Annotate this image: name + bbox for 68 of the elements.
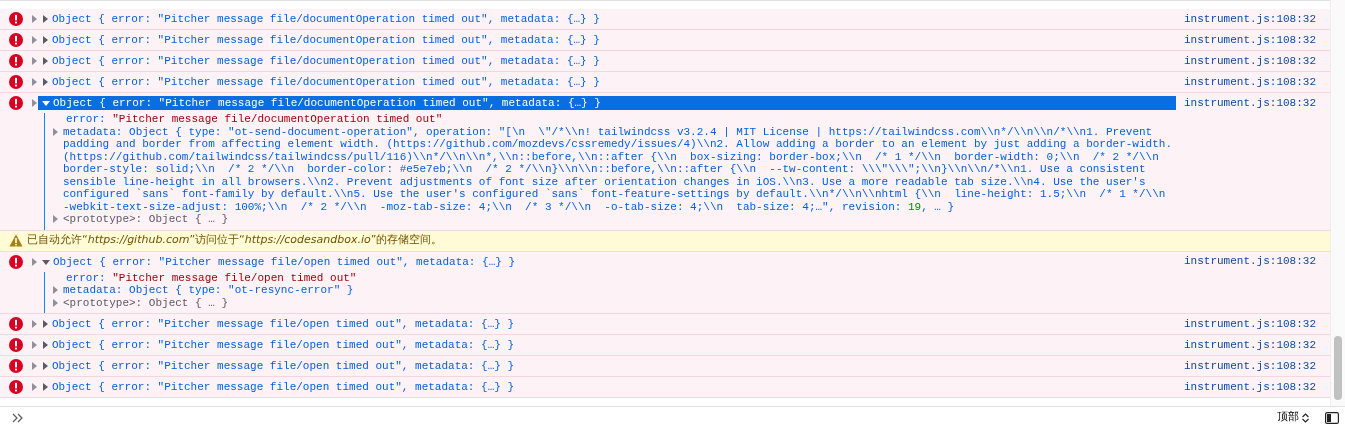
error-icon	[9, 338, 23, 352]
stack-trace-triangle-icon[interactable]	[31, 78, 38, 86]
source-link[interactable]: instrument.js:108:32	[1184, 52, 1318, 70]
expand-triangle-icon[interactable]	[52, 286, 59, 294]
log-message[interactable]: Object { error: "Pitcher message file/open timed out", metadata: {…} }	[52, 338, 519, 352]
stack-trace-triangle-icon[interactable]	[31, 362, 38, 370]
source-link[interactable]: instrument.js:108:32	[1184, 73, 1318, 91]
scrollbar-thumb[interactable]	[1334, 336, 1342, 400]
expand-triangle-icon[interactable]	[42, 78, 49, 86]
error-icon	[9, 33, 23, 47]
stack-trace-triangle-icon[interactable]	[31, 257, 38, 266]
property-line: error: "Pitcher message file/open timed out"	[65, 271, 358, 284]
error-icon	[9, 380, 23, 394]
prototype-line[interactable]: <prototype>: Object { … }	[63, 296, 1180, 309]
source-link[interactable]: instrument.js:108:32	[1184, 357, 1318, 375]
expand-triangle-icon[interactable]	[52, 298, 59, 307]
collapse-triangle-icon[interactable]	[42, 99, 50, 107]
expand-triangle-icon[interactable]	[52, 215, 59, 223]
log-message[interactable]: Object { error: "Pitcher message file/documentOperation timed out", metadata: {…} }	[52, 54, 604, 68]
scrollbar-track[interactable]	[1330, 0, 1345, 406]
warning-icon	[9, 234, 23, 247]
stack-trace-triangle-icon[interactable]	[31, 383, 38, 391]
expand-triangle-icon[interactable]	[42, 362, 49, 370]
source-link[interactable]: instrument.js:108:32	[1184, 31, 1318, 49]
log-message[interactable]: Object { error: "Pitcher message file/open timed out", metadata: {…} }	[53, 254, 520, 269]
log-message[interactable]: Object { error: "Pitcher message file/documentOperation timed out", metadata: {…} }	[52, 75, 604, 89]
log-message[interactable]: Object { error: "Pitcher message file/open timed out", metadata: {…} }	[52, 359, 519, 373]
expand-triangle-icon[interactable]	[42, 383, 49, 391]
stack-trace-triangle-icon[interactable]	[31, 99, 38, 107]
sidebar-toggle-icon[interactable]	[1325, 411, 1339, 424]
source-link[interactable]: instrument.js:108:32	[1184, 253, 1318, 270]
warning-message: 已自动允许“https://github.com”访问位于“https://codesandbox.io”的存储空间。	[27, 232, 443, 249]
source-link[interactable]: instrument.js:108:32	[1184, 336, 1318, 354]
expand-triangle-icon[interactable]	[52, 127, 59, 136]
expand-triangle-icon[interactable]	[42, 36, 49, 44]
collapse-triangle-icon[interactable]	[42, 257, 50, 266]
stack-trace-triangle-icon[interactable]	[31, 320, 38, 328]
log-message[interactable]: Object { error: "Pitcher message file/documentOperation timed out", metadata: {…} }	[52, 12, 604, 26]
expand-triangle-icon[interactable]	[42, 320, 49, 328]
log-message[interactable]: Object { error: "Pitcher message file/open timed out", metadata: {…} }	[52, 317, 519, 331]
stack-trace-triangle-icon[interactable]	[31, 341, 38, 349]
expand-triangle-icon[interactable]	[42, 15, 49, 23]
error-icon	[9, 75, 23, 89]
expand-triangle-icon[interactable]	[42, 341, 49, 349]
source-link[interactable]: instrument.js:108:32	[1184, 315, 1318, 333]
log-message[interactable]: Object { error: "Pitcher message file/documentOperation timed out", metadata: {…} }	[53, 96, 605, 110]
stack-trace-triangle-icon[interactable]	[31, 57, 38, 65]
double-chevron-icon	[12, 412, 23, 423]
error-icon	[9, 54, 23, 68]
expand-triangle-icon[interactable]	[42, 57, 49, 65]
up-down-chevron-icon	[1302, 412, 1309, 423]
error-icon	[9, 317, 23, 331]
error-icon	[9, 96, 23, 110]
error-icon	[9, 359, 23, 373]
property-line: error: "Pitcher message file/documentOperation timed out"	[65, 113, 444, 126]
log-message[interactable]: Object { error: "Pitcher message file/documentOperation timed out", metadata: {…} }	[52, 33, 604, 47]
context-selector[interactable]: 顶部	[1277, 409, 1309, 426]
prototype-line[interactable]: <prototype>: Object { … }	[63, 213, 1180, 226]
stack-trace-triangle-icon[interactable]	[31, 15, 38, 23]
error-icon	[9, 12, 23, 26]
property-line[interactable]: metadata: Object { type: "ot-resync-error" }	[63, 284, 1180, 297]
source-link[interactable]: instrument.js:108:32	[1184, 378, 1318, 396]
property-line[interactable]: metadata: Object { type: "ot-send-document-operation", operation: "[\n \"/*\\n! tailwindcss v3.2.4 | MIT License | https://tailwindcss.com\\n*/\\n\\n/*\\n1. Prevent padding and border from affecting element width. (https://github.com/mozdevs/cssremedy/issues/4)\\n2. Allow adding a border to an element by just adding a border-width. (https://github.com/tailwindcss/tailwindcss/pull/116)\\n*/\\n\\n*,\\n::before,\\n::after {\\n box-sizing: border-box;\\n /* 1 */\\n border-width: 0;\\n /* 2 */\\n border-style: solid;\\n /* 2 */\\n border-color: #e5e7eb;\\n /* 2 */\\n}\\n\\n::before,\\n::after {\\n --tw-content: \\\"\\\";\\n}\\n\\n/*\\n1. Use a consistent sensible line-height in all browsers.\\n2. Prevent adjustments of font size after orientation changes in iOS.\\n3. Use a more readable tab size.\\n4. Use the user's configured `sans` font-family by default.\\n5. Use the user's configured `sans` font-feature-settings by default.\\n*/\\n\\nhtml {\\n line-height: 1.5;\\n /* 1 */\\n -webkit-text-size-adjust: 100%;\\n /* 2 */\\n -moz-tab-size: 4;\\n /* 3 */\\n -o-tab-size: 4;\\n tab-size: 4;…", revision: 19, … }	[63, 125, 1180, 213]
source-link[interactable]: instrument.js:108:32	[1184, 94, 1318, 112]
error-icon	[9, 254, 23, 269]
source-link[interactable]: instrument.js:108:32	[1184, 10, 1318, 28]
log-message[interactable]: Object { error: "Pitcher message file/open timed out", metadata: {…} }	[52, 380, 519, 394]
stack-trace-triangle-icon[interactable]	[31, 36, 38, 44]
